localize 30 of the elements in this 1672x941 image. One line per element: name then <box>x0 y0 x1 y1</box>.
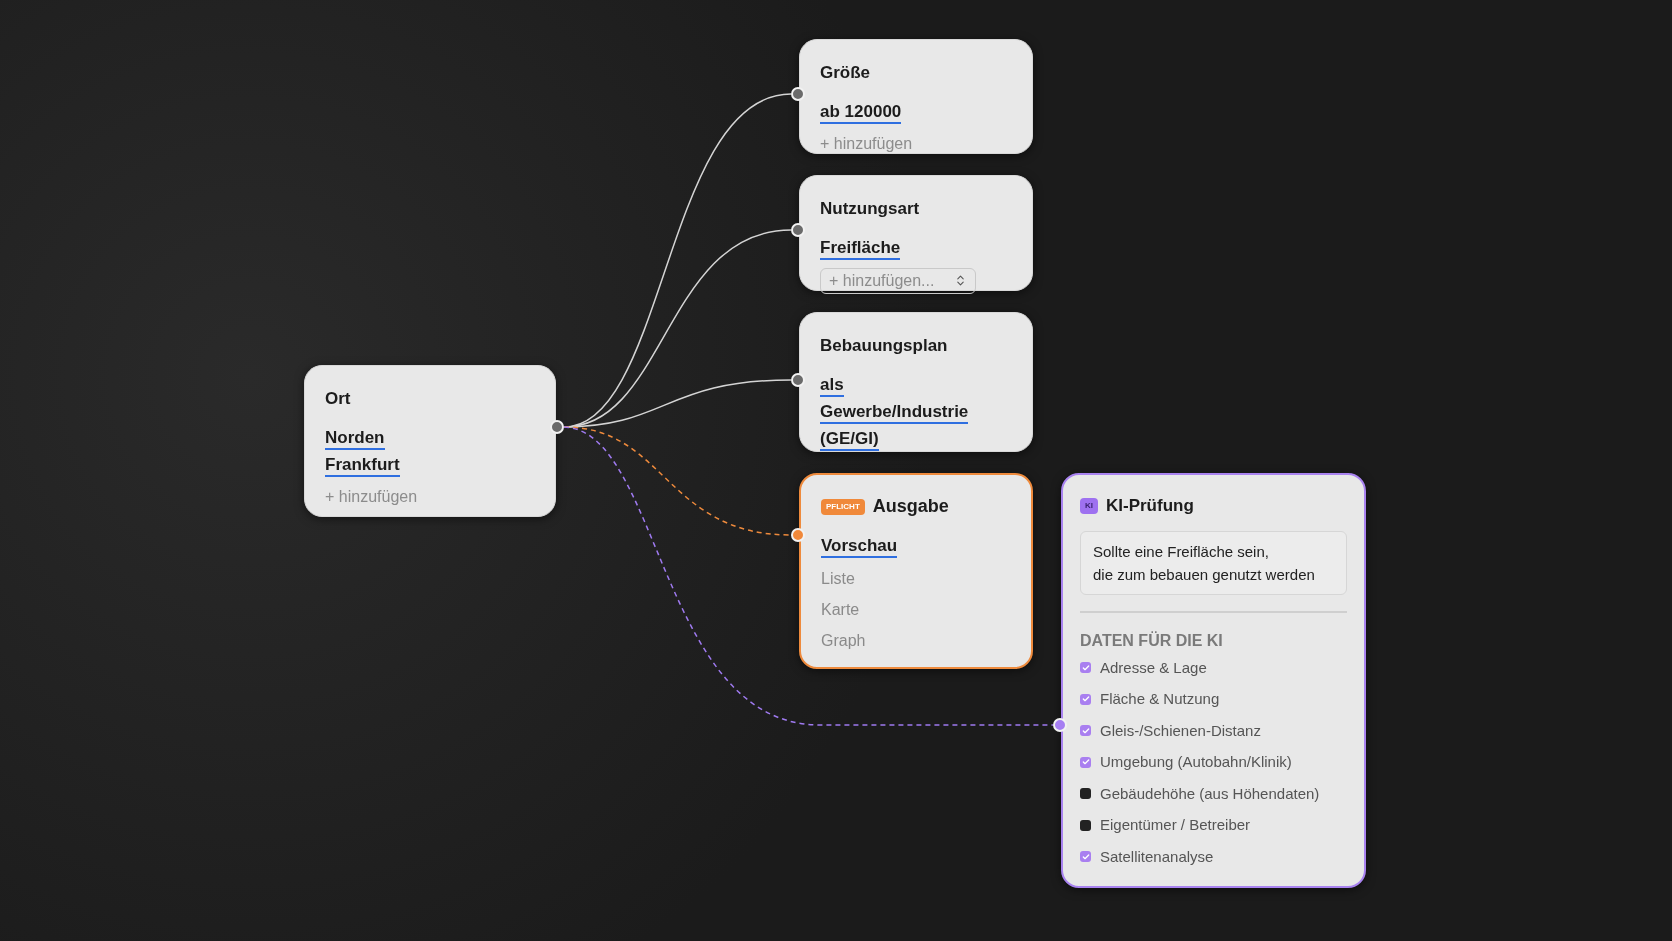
output-node[interactable]: PFLICHT Ausgabe Vorschau Liste Karte Graph <box>799 473 1033 669</box>
filter-value[interactable]: (GE/GI) <box>820 428 879 451</box>
data-item-label: Gebäudehöhe (aus Höhendaten) <box>1100 783 1320 804</box>
data-item-label: Fläche & Nutzung <box>1100 689 1220 709</box>
required-badge: PFLICHT <box>821 498 865 515</box>
filter-value[interactable]: ab 120000 <box>820 101 902 124</box>
filter-value[interactable]: Norden <box>325 427 385 450</box>
filter-node[interactable]: Ort Norden Frankfurt + hinzufügen <box>304 365 556 517</box>
section-heading: DATEN FÜR DIE KI <box>1080 630 1224 651</box>
filter-node[interactable]: Bebauungsplan als Gewerbe/Industrie (GE/GI) <box>799 312 1033 452</box>
node-title: KI-Prüfung <box>1106 495 1194 517</box>
filter-value[interactable]: als <box>820 374 844 397</box>
filter-node[interactable]: Größe ab 120000 + hinzufügen <box>799 39 1033 154</box>
output-option[interactable]: Vorschau <box>821 536 898 558</box>
node-title: Bebauungsplan <box>820 335 949 357</box>
data-item-label: Umgebung (Autobahn/Klinik) <box>1100 752 1292 772</box>
data-item-label: Eigentümer / Betreiber <box>1100 815 1251 835</box>
filter-value[interactable]: Gewerbe/Industrie <box>820 401 969 424</box>
data-item-label: Satellitenanalyse <box>1100 846 1214 867</box>
filter-value[interactable]: Freifläche <box>820 237 901 260</box>
prompt-field[interactable]: Sollte eine Freifläche sein, die zum bebauen genutzt werden <box>1080 530 1347 595</box>
node-title: Ausgabe <box>872 495 949 518</box>
data-item-label: Gleis-/Schienen-Distanz <box>1100 720 1261 741</box>
node-title: Größe <box>820 62 872 84</box>
filter-node[interactable]: Nutzungsart Freifläche + hinzufügen... <box>799 175 1033 291</box>
filter-value[interactable]: Frankfurt <box>325 454 400 477</box>
node-title: Ort <box>325 388 352 410</box>
ai-badge: KI <box>1080 497 1098 514</box>
node-title: Nutzungsart <box>820 198 921 220</box>
data-item-label: Adresse & Lage <box>1100 657 1207 678</box>
